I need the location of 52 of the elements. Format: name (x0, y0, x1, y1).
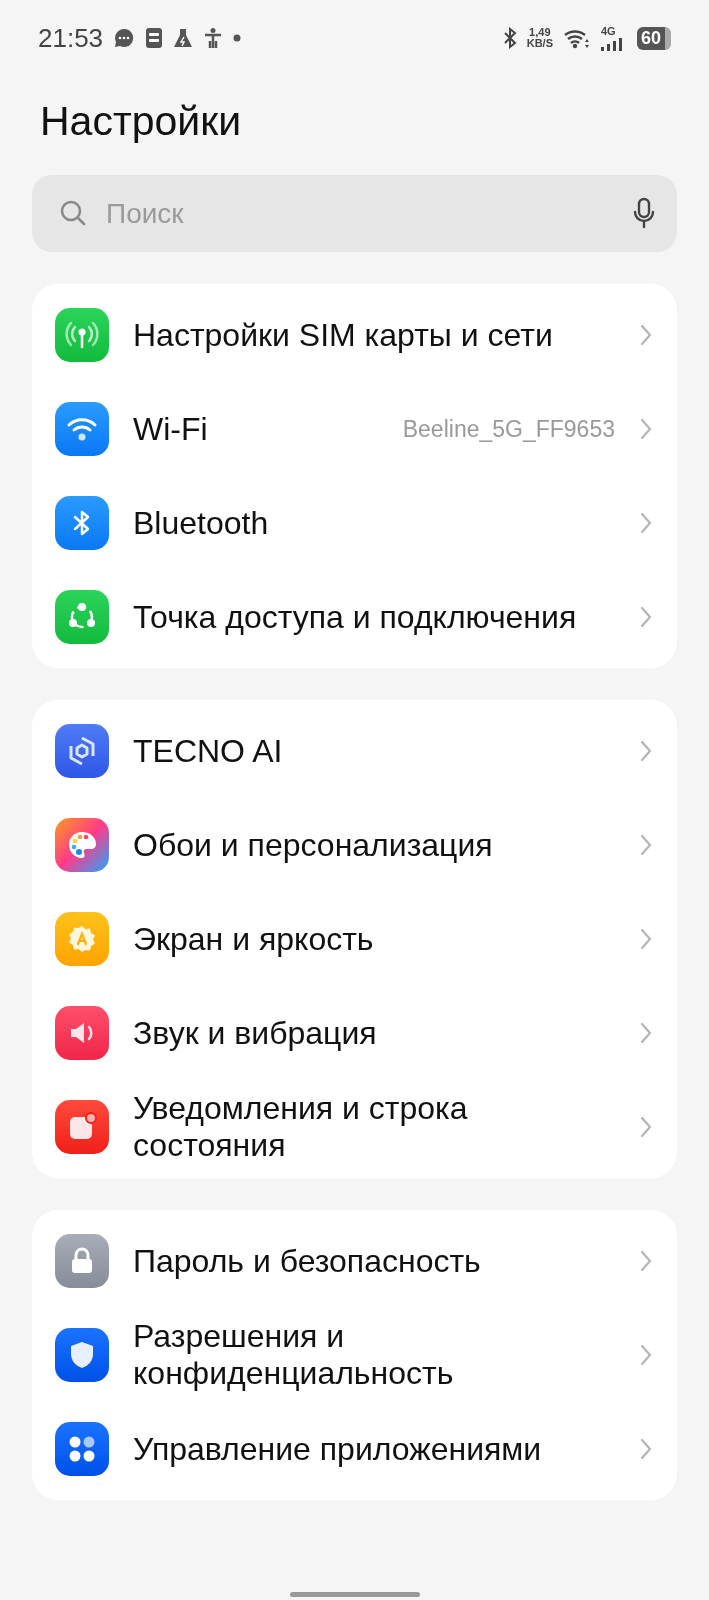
chevron-icon (639, 323, 653, 347)
settings-item[interactable]: Настройки SIM карты и сети (32, 288, 677, 382)
item-label: Обои и персонализация (133, 825, 494, 865)
settings-item[interactable]: Звук и вибрация (32, 986, 677, 1080)
chevron-icon (639, 833, 653, 857)
chevron-icon (639, 1021, 653, 1045)
chevron-icon (639, 605, 653, 629)
item-label: Пароль и безопасность (133, 1241, 482, 1281)
settings-item[interactable]: Экран и яркость (32, 892, 677, 986)
item-label: Управление приложениями (133, 1429, 543, 1469)
page-title: Настройки (40, 98, 243, 145)
settings-item[interactable]: Wi-Fi Beeline_5G_FF9653 (32, 382, 677, 476)
settings-item[interactable]: Управление приложениями (32, 1402, 677, 1496)
item-label: Точка доступа и подключения (133, 597, 578, 637)
flask-icon (173, 27, 194, 49)
network-speed: 1,49 KB/S (526, 27, 553, 49)
bluetooth-icon (502, 27, 517, 49)
item-label: Wi-Fi (133, 409, 209, 449)
microphone-icon[interactable] (633, 197, 655, 229)
item-label: TECNO AI (133, 731, 284, 771)
chevron-icon (639, 417, 653, 441)
search-field[interactable]: Поиск (32, 175, 677, 252)
battery-level: 60 (636, 26, 671, 50)
chevron-icon (639, 511, 653, 535)
chevron-icon (639, 1115, 653, 1139)
item-label: Звук и вибрация (133, 1013, 378, 1053)
item-value: Beeline_5G_FF9653 (402, 415, 615, 443)
clock: 21:53 (38, 22, 104, 54)
chevron-icon (639, 739, 653, 763)
chat-bubble-icon (113, 27, 136, 49)
chevron-icon (639, 927, 653, 951)
settings-item[interactable]: Пароль и безопасность (32, 1214, 677, 1308)
item-label: Экран и яркость (133, 919, 375, 959)
item-label: Bluetooth (133, 503, 270, 543)
document-icon (145, 27, 164, 49)
settings-item[interactable]: Точка доступа и подключения (32, 570, 677, 664)
item-label: Разрешения и конфиденциальность (133, 1317, 455, 1393)
dot-icon (233, 34, 242, 42)
chevron-icon (639, 1249, 653, 1273)
settings-item[interactable]: Bluetooth (32, 476, 677, 570)
settings-item[interactable]: Разрешения и конфиденциальность (32, 1308, 677, 1402)
network-type: 4G (600, 25, 616, 37)
settings-item[interactable]: Уведомления и строка состояния (32, 1080, 677, 1174)
item-label: Настройки SIM карты и сети (133, 315, 554, 355)
item-label: Уведомления и строка состояния (133, 1089, 469, 1165)
chevron-icon (639, 1437, 653, 1461)
search-icon (58, 198, 88, 228)
accessibility-icon (203, 27, 224, 49)
wifi-icon (562, 27, 591, 49)
settings-item[interactable]: Обои и персонализация (32, 798, 677, 892)
settings-item[interactable]: TECNO AI (32, 704, 677, 798)
chevron-icon (639, 1343, 653, 1367)
